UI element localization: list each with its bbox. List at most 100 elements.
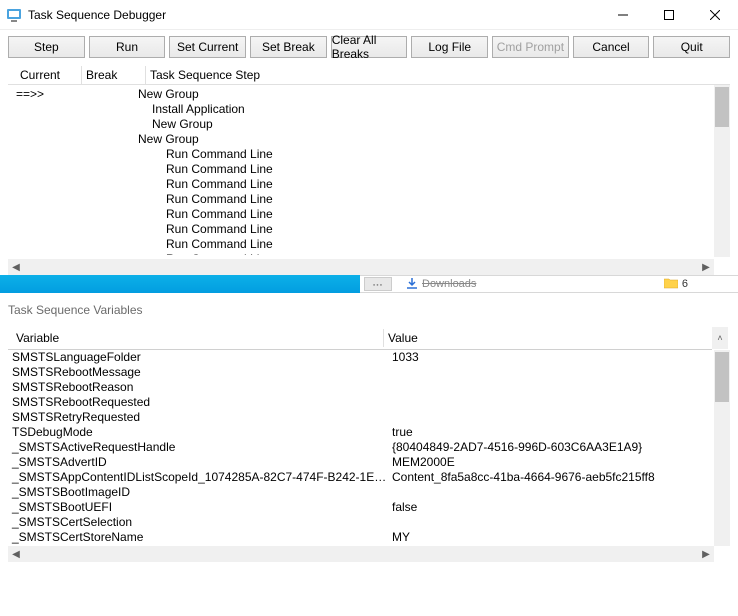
step-list[interactable]: ==>> New GroupInstall ApplicationNew Gro… <box>8 85 730 255</box>
variable-row[interactable]: _SMSTSCertStoreNameMY <box>8 530 714 545</box>
variable-row[interactable]: _SMSTSCertSelection <box>8 515 714 530</box>
variable-value: 1033 <box>388 350 714 365</box>
variable-name: _SMSTSBootUEFI <box>8 500 388 515</box>
variables-section: Task Sequence Variables Variable Value ˄… <box>0 293 738 562</box>
chevron-up-icon[interactable]: ˄ <box>712 327 728 349</box>
step-row[interactable]: Run Command Line <box>138 147 730 162</box>
variable-row[interactable]: SMSTSRebootReason <box>8 380 714 395</box>
folder-item[interactable]: 6 <box>654 276 698 292</box>
downloads-label: Downloads <box>422 278 476 290</box>
variable-row[interactable]: _SMSTSActiveRequestHandle{80404849-2AD7-… <box>8 440 714 455</box>
app-icon <box>6 7 22 23</box>
variable-value: false <box>388 500 714 515</box>
set-break-button[interactable]: Set Break <box>250 36 327 58</box>
variable-row[interactable]: _SMSTSAppContentIDListScopeId_1074285A-8… <box>8 470 714 485</box>
variable-name: _SMSTSBootImageID <box>8 485 388 500</box>
variable-name: _SMSTSActiveRequestHandle <box>8 440 388 455</box>
toolbar: StepRunSet CurrentSet BreakClear All Bre… <box>0 30 738 66</box>
download-icon <box>406 277 418 292</box>
variables-list[interactable]: SMSTSLanguageFolder1033SMSTSRebootMessag… <box>8 350 714 546</box>
window-title: Task Sequence Debugger <box>28 8 600 22</box>
variable-name: SMSTSRebootMessage <box>8 365 388 380</box>
titlebar: Task Sequence Debugger <box>0 0 738 30</box>
close-button[interactable] <box>692 0 738 30</box>
variable-name: SMSTSRetryRequested <box>8 410 388 425</box>
variable-name: _SMSTSAppContentIDListScopeId_1074285A-8… <box>8 470 388 485</box>
step-row[interactable]: New Group <box>138 132 730 147</box>
step-vscroll-thumb[interactable] <box>715 87 729 127</box>
chevron-right-icon[interactable]: ▶ <box>698 546 714 562</box>
variable-name: _SMSTSCertStoreName <box>8 530 388 545</box>
variable-value: MEM2000E <box>388 455 714 470</box>
quit-button[interactable]: Quit <box>653 36 730 58</box>
variable-row[interactable]: SMSTSRetryRequested <box>8 410 714 425</box>
vars-hscrollbar[interactable]: ◀ ▶ <box>8 546 714 562</box>
minimize-button[interactable] <box>600 0 646 30</box>
step-row[interactable]: Run Command Line <box>138 207 730 222</box>
variable-row[interactable]: _SMSTSBootUEFIfalse <box>8 500 714 515</box>
variables-body-wrap: SMSTSLanguageFolder1033SMSTSRebootMessag… <box>8 350 730 562</box>
variable-value: true <box>388 425 714 440</box>
step-row[interactable]: Run Command Line <box>138 192 730 207</box>
variable-value <box>388 380 714 395</box>
step-row[interactable]: Install Application <box>138 102 730 117</box>
variables-title: Task Sequence Variables <box>8 299 730 327</box>
variable-value <box>388 485 714 500</box>
log-file-button[interactable]: Log File <box>411 36 488 58</box>
variable-value <box>388 365 714 380</box>
resize-handle-icon[interactable]: ●●● <box>364 277 392 291</box>
chevron-left-icon[interactable]: ◀ <box>8 546 24 562</box>
step-row[interactable]: Run Command Line <box>138 222 730 237</box>
cancel-button[interactable]: Cancel <box>573 36 650 58</box>
step-vscrollbar[interactable] <box>714 85 730 257</box>
step-row[interactable]: Run Command Line <box>138 237 730 252</box>
step-col-break <box>74 85 138 255</box>
folder-label: 6 <box>682 278 688 290</box>
variable-value <box>388 515 714 530</box>
folder-icon <box>664 277 678 292</box>
variable-row[interactable]: SMSTSRebootMessage <box>8 365 714 380</box>
step-row[interactable]: New Group <box>138 87 730 102</box>
maximize-button[interactable] <box>646 0 692 30</box>
variable-row[interactable]: _SMSTSAdvertIDMEM2000E <box>8 455 714 470</box>
step-row[interactable]: Run Command Line <box>138 177 730 192</box>
variable-row[interactable]: SMSTSLanguageFolder1033 <box>8 350 714 365</box>
variable-row[interactable]: _SMSTSBootImageID <box>8 485 714 500</box>
step-col-current: ==>> <box>8 85 74 255</box>
run-button[interactable]: Run <box>89 36 166 58</box>
cmd-prompt-button: Cmd Prompt <box>492 36 569 58</box>
step-row[interactable]: Run Command Line <box>138 252 730 255</box>
variable-name: TSDebugMode <box>8 425 388 440</box>
step-list-headers: Current Break Task Sequence Step <box>8 66 730 85</box>
variable-value <box>388 410 714 425</box>
variable-value: {80404849-2AD7-4516-996D-603C6AA3E1A9} <box>388 440 714 455</box>
variable-name: SMSTSRebootReason <box>8 380 388 395</box>
header-variable[interactable]: Variable <box>12 329 384 347</box>
step-hscrollbar[interactable]: ◀ ▶ <box>8 259 714 275</box>
variable-row[interactable]: TSDebugModetrue <box>8 425 714 440</box>
header-step[interactable]: Task Sequence Step <box>146 66 722 84</box>
step-col-steps: New GroupInstall ApplicationNew GroupNew… <box>138 85 730 255</box>
clear-all-breaks-button[interactable]: Clear All Breaks <box>331 36 408 58</box>
variable-value: MY <box>388 530 714 545</box>
variable-name: SMSTSLanguageFolder <box>8 350 388 365</box>
variable-row[interactable]: SMSTSRebootRequested <box>8 395 714 410</box>
chevron-right-icon[interactable]: ▶ <box>698 259 714 275</box>
header-value[interactable]: Value <box>384 329 712 347</box>
variable-value <box>388 395 714 410</box>
step-list-area: ==>> New GroupInstall ApplicationNew Gro… <box>8 85 730 275</box>
step-row[interactable]: Run Command Line <box>138 162 730 177</box>
header-current[interactable]: Current <box>16 66 82 84</box>
step-row[interactable]: New Group <box>138 117 730 132</box>
set-current-button[interactable]: Set Current <box>169 36 246 58</box>
variable-name: _SMSTSAdvertID <box>8 455 388 470</box>
variable-value: Content_8fa5a8cc-41ba-4664-9676-aeb5fc21… <box>388 470 714 485</box>
variables-headers: Variable Value ˄ <box>8 327 712 350</box>
vars-vscroll-thumb[interactable] <box>715 352 729 402</box>
downloads-item[interactable]: Downloads <box>396 276 486 292</box>
header-break[interactable]: Break <box>82 66 146 84</box>
vars-vscrollbar[interactable] <box>714 350 730 546</box>
step-button[interactable]: Step <box>8 36 85 58</box>
variable-name: _SMSTSCertSelection <box>8 515 388 530</box>
chevron-left-icon[interactable]: ◀ <box>8 259 24 275</box>
